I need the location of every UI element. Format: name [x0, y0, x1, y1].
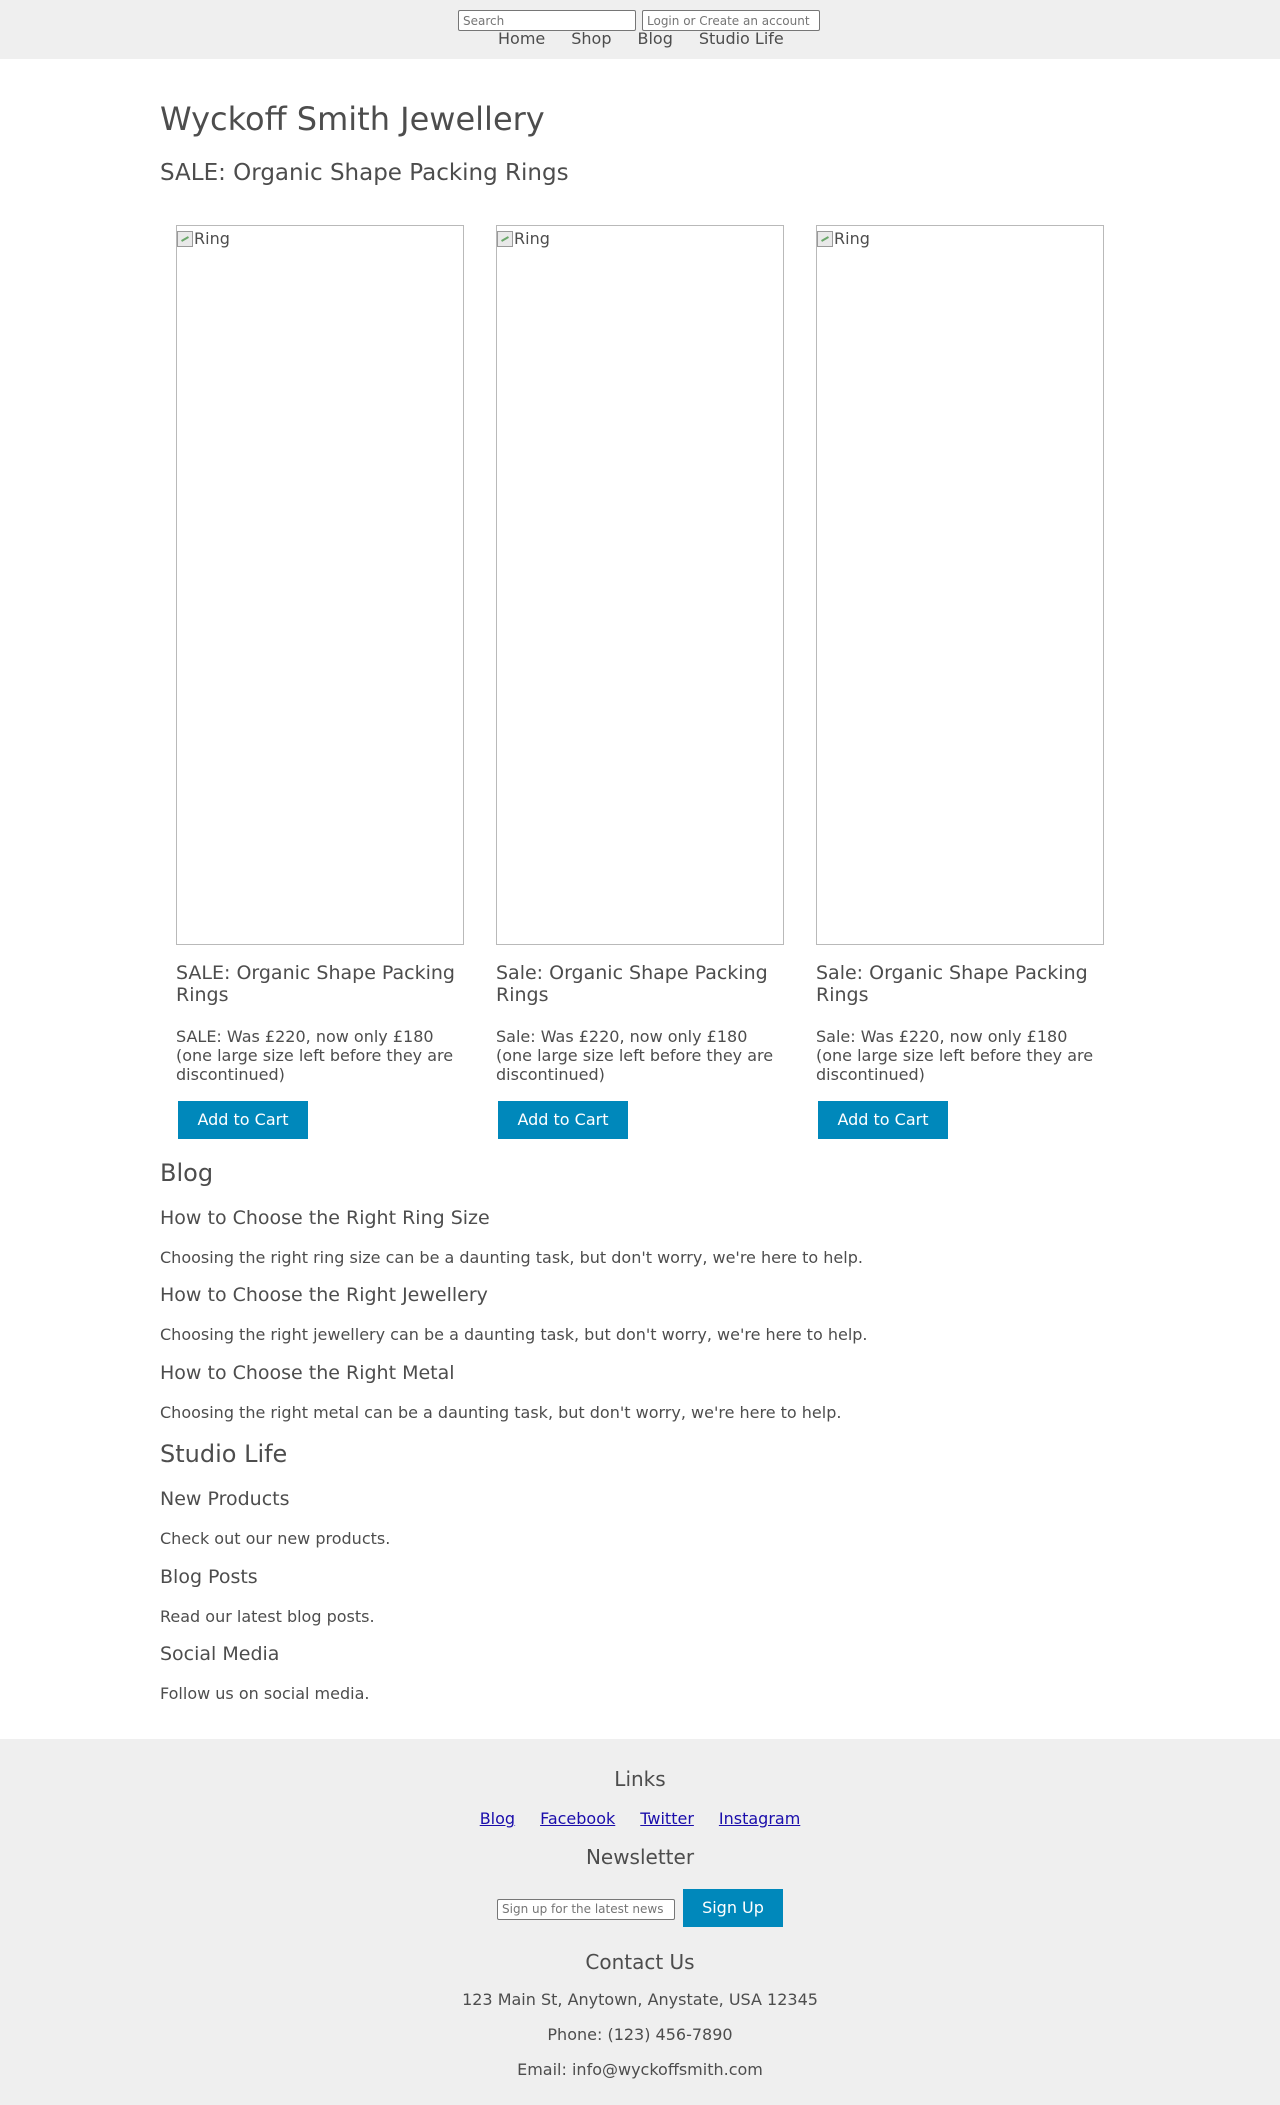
broken-image-icon: [497, 230, 513, 247]
blog-post-title[interactable]: How to Choose the Right Jewellery: [160, 1284, 488, 1306]
footer-link-instagram[interactable]: Instagram: [719, 1809, 800, 1828]
product-title: Sale: Organic Shape Packing Rings: [816, 962, 1088, 1006]
product-title: Sale: Organic Shape Packing Rings: [496, 962, 768, 1006]
newsletter-email-input[interactable]: [497, 1898, 675, 1920]
product-description: Sale: Was £220, now only £180 (one large…: [816, 1027, 1094, 1084]
studio-post-title[interactable]: Social Media: [160, 1643, 279, 1665]
footer-links-title: Links: [614, 1767, 666, 1791]
studio-post-text: Follow us on social media.: [160, 1684, 370, 1703]
header-inputs: [458, 10, 820, 31]
nav-shop[interactable]: Shop: [571, 29, 611, 48]
product-title: SALE: Organic Shape Packing Rings: [176, 962, 455, 1006]
blog-post-title[interactable]: How to Choose the Right Metal: [160, 1362, 455, 1384]
add-to-cart-button[interactable]: Add to Cart: [818, 1101, 948, 1139]
site-header: Home Shop Blog Studio Life: [0, 0, 1280, 59]
blog-post-title[interactable]: How to Choose the Right Ring Size: [160, 1207, 490, 1229]
sale-heading: SALE: Organic Shape Packing Rings: [160, 160, 569, 186]
product-image-alt: Ring: [177, 229, 230, 248]
nav-home[interactable]: Home: [498, 29, 545, 48]
contact-email: Email: info@wyckoffsmith.com: [517, 2060, 763, 2079]
nav-studio-life[interactable]: Studio Life: [699, 29, 784, 48]
product-image[interactable]: Ring: [176, 225, 464, 945]
product-image-alt: Ring: [497, 229, 550, 248]
product-card: Ring Sale: Organic Shape Packing Rings S…: [816, 225, 1104, 1139]
product-card: Ring Sale: Organic Shape Packing Rings S…: [496, 225, 784, 1139]
studio-post-text: Read our latest blog posts.: [160, 1607, 375, 1626]
contact-phone: Phone: (123) 456-7890: [547, 2025, 733, 2044]
blog-post-text: Choosing the right jewellery can be a da…: [160, 1325, 868, 1344]
add-to-cart-button[interactable]: Add to Cart: [178, 1101, 308, 1139]
studio-section-title: Studio Life: [160, 1440, 288, 1468]
studio-post-title[interactable]: Blog Posts: [160, 1566, 258, 1588]
nav-blog[interactable]: Blog: [638, 29, 673, 48]
main-nav: Home Shop Blog Studio Life: [498, 29, 784, 48]
search-input[interactable]: [458, 10, 636, 31]
sign-up-button[interactable]: Sign Up: [683, 1889, 783, 1927]
login-input[interactable]: [642, 10, 820, 31]
broken-image-icon: [817, 230, 833, 247]
footer-link-facebook[interactable]: Facebook: [540, 1809, 615, 1828]
site-footer: Links Blog Facebook Twitter Instagram Ne…: [0, 1739, 1280, 2105]
product-image-alt: Ring: [817, 229, 870, 248]
footer-newsletter-title: Newsletter: [585, 1845, 695, 1869]
product-card: Ring SALE: Organic Shape Packing Rings S…: [176, 225, 464, 1139]
newsletter-form: Sign Up: [0, 1889, 1280, 1927]
blog-post-text: Choosing the right metal can be a daunti…: [160, 1403, 842, 1422]
blog-section-title: Blog: [160, 1159, 214, 1187]
site-title: Wyckoff Smith Jewellery: [160, 100, 545, 138]
product-description: SALE: Was £220, now only £180 (one large…: [176, 1027, 454, 1084]
contact-address: 123 Main St, Anytown, Anystate, USA 1234…: [462, 1990, 818, 2009]
footer-link-blog[interactable]: Blog: [480, 1809, 515, 1828]
studio-post-text: Check out our new products.: [160, 1529, 391, 1548]
broken-image-icon: [177, 230, 193, 247]
footer-links: Blog Facebook Twitter Instagram: [0, 1809, 1280, 1828]
product-image[interactable]: Ring: [816, 225, 1104, 945]
blog-post-text: Choosing the right ring size can be a da…: [160, 1248, 863, 1267]
studio-post-title[interactable]: New Products: [160, 1488, 290, 1510]
product-image[interactable]: Ring: [496, 225, 784, 945]
add-to-cart-button[interactable]: Add to Cart: [498, 1101, 628, 1139]
product-description: Sale: Was £220, now only £180 (one large…: [496, 1027, 774, 1084]
footer-contact-title: Contact Us: [585, 1950, 695, 1974]
footer-link-twitter[interactable]: Twitter: [640, 1809, 694, 1828]
